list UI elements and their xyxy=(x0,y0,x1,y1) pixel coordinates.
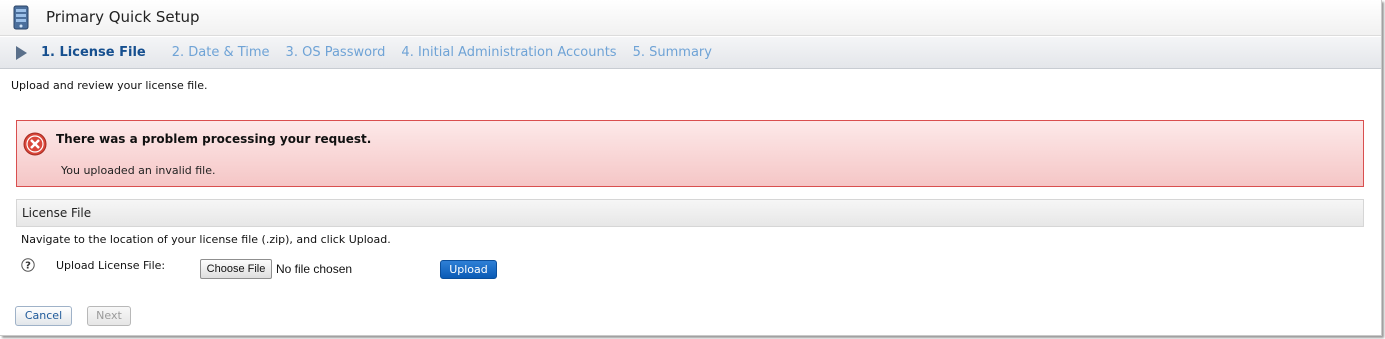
error-message: You uploaded an invalid file. xyxy=(61,164,216,177)
help-icon[interactable]: ? xyxy=(21,258,35,272)
step-admin-accounts: 4. Initial Administration Accounts xyxy=(401,45,617,60)
setup-window: Primary Quick Setup 1. License File 2. D… xyxy=(0,0,1382,336)
server-icon xyxy=(13,5,29,30)
step-os-password: 3. OS Password xyxy=(285,45,386,60)
intro-text: Upload and review your license file. xyxy=(11,79,208,92)
window-title: Primary Quick Setup xyxy=(46,8,200,26)
upload-button[interactable]: Upload xyxy=(440,260,497,279)
choose-file-button[interactable]: Choose File xyxy=(200,259,272,279)
license-section-header: License File xyxy=(16,199,1364,227)
wizard-steps: 1. License File 2. Date & Time 3. OS Pas… xyxy=(0,37,1381,69)
license-section-description: Navigate to the location of your license… xyxy=(21,233,391,246)
file-status-text: No file chosen xyxy=(276,262,353,276)
error-banner: There was a problem processing your requ… xyxy=(16,120,1364,187)
current-step-arrow-icon xyxy=(16,45,27,60)
title-bar: Primary Quick Setup xyxy=(0,0,1381,36)
cancel-button[interactable]: Cancel xyxy=(15,306,72,326)
error-title: There was a problem processing your requ… xyxy=(56,132,372,146)
step-license-file: 1. License File xyxy=(41,45,146,60)
svg-text:?: ? xyxy=(25,261,31,272)
error-icon xyxy=(23,132,47,156)
step-date-time: 2. Date & Time xyxy=(171,45,270,60)
next-button[interactable]: Next xyxy=(87,306,131,326)
upload-license-label: Upload License File: xyxy=(56,259,166,272)
step-summary: 5. Summary xyxy=(632,45,712,60)
